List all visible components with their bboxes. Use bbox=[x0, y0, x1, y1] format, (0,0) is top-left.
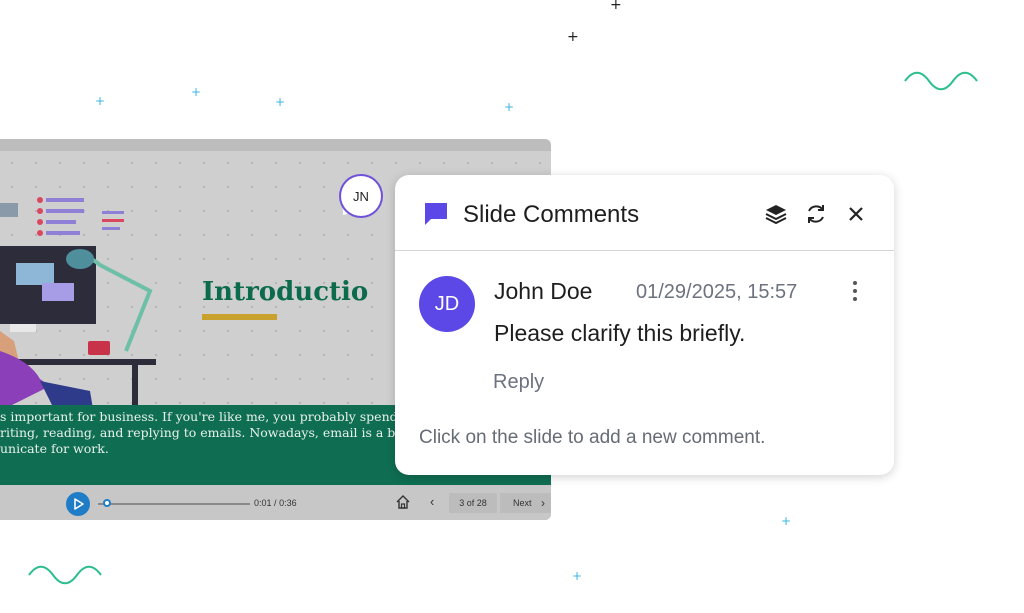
decor-plus: + bbox=[610, 0, 622, 13]
close-button[interactable] bbox=[843, 201, 869, 227]
home-icon[interactable] bbox=[395, 494, 411, 510]
comment-icon bbox=[425, 203, 447, 225]
decor-squiggle bbox=[904, 71, 978, 91]
layers-button[interactable] bbox=[763, 201, 789, 227]
panel-title: Slide Comments bbox=[463, 201, 640, 228]
refresh-icon bbox=[808, 205, 824, 223]
decor-plus: + bbox=[191, 85, 202, 99]
current-time: 0:01 bbox=[254, 498, 272, 508]
avatar: JD bbox=[419, 276, 475, 332]
decor-plus: + bbox=[572, 569, 583, 583]
decor-plus: + bbox=[95, 94, 106, 108]
chevron-right-icon: › bbox=[541, 496, 545, 510]
play-icon bbox=[74, 498, 84, 510]
comment-timestamp: 01/29/2025, 15:57 bbox=[636, 281, 798, 303]
time-display: 0:01 / 0:36 bbox=[254, 498, 297, 508]
add-comment-hint: Click on the slide to add a new comment. bbox=[419, 427, 766, 448]
play-button[interactable] bbox=[66, 492, 90, 516]
more-options-icon[interactable] bbox=[847, 278, 863, 304]
decor-plus: + bbox=[504, 100, 515, 114]
layers-icon bbox=[765, 205, 787, 225]
player-controls: 0:01 / 0:36 ‹ 3 of 28 Next › bbox=[0, 485, 551, 520]
decor-squiggle bbox=[28, 565, 102, 585]
slide-title: Introductio bbox=[202, 277, 369, 307]
comments-panel: Slide Comments JD John Doe 01/29/2025, 1… bbox=[395, 175, 894, 475]
close-icon bbox=[849, 207, 863, 221]
progress-handle[interactable] bbox=[102, 499, 111, 507]
slide-title-underline bbox=[202, 314, 277, 320]
page-indicator: 3 of 28 bbox=[449, 493, 497, 513]
office-illustration bbox=[0, 197, 156, 421]
reply-button[interactable]: Reply bbox=[493, 371, 544, 394]
next-slide-button[interactable]: Next › bbox=[500, 493, 551, 513]
next-label: Next bbox=[513, 498, 532, 508]
prev-slide-button[interactable]: ‹ bbox=[430, 494, 434, 509]
comment-marker[interactable]: JN bbox=[341, 176, 381, 216]
comment-text: Please clarify this briefly. bbox=[494, 320, 746, 346]
refresh-button[interactable] bbox=[803, 201, 829, 227]
progress-track[interactable] bbox=[98, 503, 250, 505]
decor-plus: + bbox=[781, 514, 792, 528]
duration: 0:36 bbox=[279, 498, 297, 508]
decor-plus: + bbox=[567, 29, 579, 45]
marker-initials: JN bbox=[353, 188, 369, 204]
comment-author: John Doe bbox=[494, 278, 593, 304]
decor-plus: + bbox=[275, 95, 286, 109]
panel-header: Slide Comments bbox=[395, 175, 894, 251]
time-separator: / bbox=[274, 498, 277, 508]
avatar-initials: JD bbox=[434, 292, 460, 315]
